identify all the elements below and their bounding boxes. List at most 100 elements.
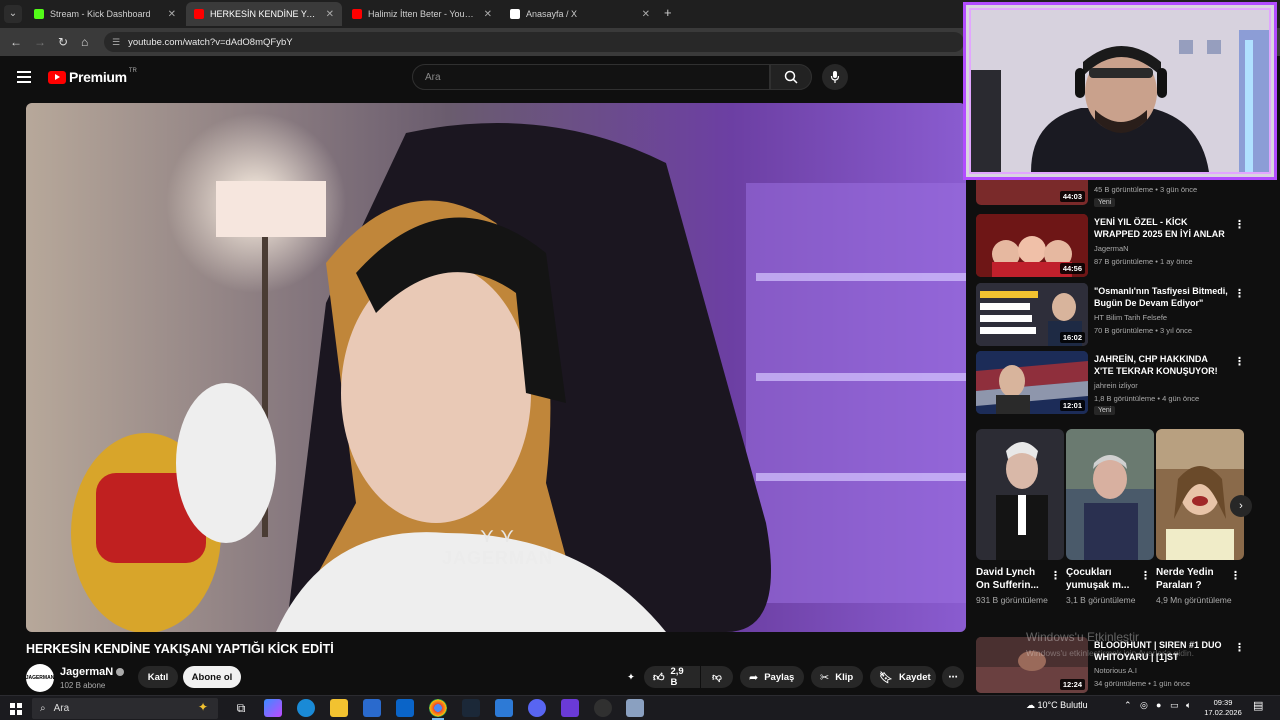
youtube-favicon-icon — [352, 9, 362, 19]
system-clock[interactable]: 09:39 17.02.2026 — [1200, 698, 1246, 718]
forward-arrow-icon[interactable]: → — [34, 35, 46, 49]
channel-name[interactable]: JagermaN — [1094, 244, 1129, 253]
bookmark-icon: 🔖︎ — [879, 671, 893, 684]
channel-name[interactable]: HT Bilim Tarih Felsefe — [1094, 313, 1167, 322]
more-vertical-icon[interactable]: ⋮ — [1234, 287, 1245, 300]
video-thumbnail[interactable]: 12:24 — [976, 637, 1088, 693]
window-app-icon[interactable] — [626, 699, 644, 717]
channel-name[interactable]: jahrein izliyor — [1094, 381, 1138, 390]
game-app-icon[interactable] — [495, 699, 513, 717]
short-thumbnail[interactable] — [1156, 429, 1244, 560]
subscriber-count: 102 B abone — [60, 681, 106, 690]
task-view-icon[interactable]: ⧉ — [232, 699, 250, 717]
sparkle-icon: ✦ — [627, 671, 635, 683]
sparkle-ask-button[interactable]: ✦ — [620, 666, 642, 688]
site-info-icon[interactable]: ☰ — [112, 37, 120, 48]
join-button[interactable]: Katıl — [138, 666, 178, 688]
more-vertical-icon[interactable]: ⋮ — [1234, 641, 1245, 654]
notifications-icon[interactable]: ▤ — [1253, 699, 1263, 712]
shorts-next-button[interactable]: › — [1230, 495, 1252, 517]
list-item[interactable]: 12:24 BLOODHUNT | SIREN #1 DUO WHITOYARU… — [976, 637, 1266, 693]
home-icon[interactable]: ⌂ — [81, 35, 88, 49]
menu-icon[interactable] — [17, 71, 31, 83]
voice-search-button[interactable] — [822, 64, 848, 90]
tray-expand-icon[interactable]: ⌃ — [1124, 700, 1132, 711]
list-item[interactable]: 12:01 JAHREİN, CHP HAKKINDA X'TE TEKRAR … — [976, 351, 1266, 415]
address-field[interactable]: ☰ youtube.com/watch?v=dAdO8mQFybY — [104, 32, 964, 52]
microsoft-store-icon[interactable] — [363, 699, 381, 717]
file-explorer-icon[interactable] — [330, 699, 348, 717]
save-button[interactable]: 🔖︎ Kaydet — [870, 666, 936, 688]
channel-name-link[interactable]: JagermaN — [60, 666, 125, 678]
more-horizontal-icon: ⋯ — [948, 671, 958, 683]
chrome-browser-icon[interactable] — [429, 699, 447, 720]
obs-studio-icon[interactable] — [594, 699, 612, 717]
back-arrow-icon[interactable]: ← — [10, 35, 22, 49]
video-thumbnail[interactable]: 12:01 — [976, 351, 1088, 414]
video-thumbnail[interactable]: 16:02 — [976, 283, 1088, 346]
verified-badge-icon — [116, 668, 125, 677]
thumbnail-art — [1066, 429, 1154, 560]
search-highlight-icon: ✦ — [197, 700, 208, 714]
steam-icon[interactable] — [462, 699, 480, 717]
webcam-feed — [971, 10, 1269, 172]
more-vertical-icon[interactable]: ⋮ — [1234, 355, 1245, 368]
webcam-overlay — [963, 2, 1277, 180]
short-thumbnail[interactable] — [976, 429, 1064, 560]
youtube-logo[interactable]: Premium TR — [48, 68, 137, 85]
discord-icon[interactable] — [528, 699, 546, 717]
search-button[interactable] — [770, 64, 812, 90]
close-icon[interactable]: ✕ — [326, 9, 334, 20]
channel-name[interactable]: Notorious A.I — [1094, 666, 1137, 675]
share-button[interactable]: ➦ Paylaş — [740, 666, 804, 688]
more-actions-button[interactable]: ⋯ — [942, 666, 964, 688]
short-item[interactable]: David Lynch On Sufferin... 931 B görüntü… — [976, 429, 1064, 606]
reload-icon[interactable]: ↻ — [58, 35, 68, 49]
more-vertical-icon[interactable]: ⋮ — [1140, 569, 1151, 582]
tab-x[interactable]: Anasayfa / X ✕ — [502, 2, 658, 26]
microphone-icon — [830, 71, 840, 83]
tab-youtube[interactable]: Halimiz İtten Beter - YouTube ✕ — [344, 2, 500, 26]
new-tab-button[interactable]: + — [664, 5, 672, 20]
short-item[interactable]: Nerde Yedin Paraları ? 4,9 Mn görüntülem… — [1156, 429, 1244, 606]
video-thumbnail[interactable]: 44:56 — [976, 214, 1088, 277]
webcam-frame — [969, 8, 1271, 174]
weather-widget[interactable]: ☁ 10°C Bulutlu — [1026, 700, 1088, 711]
microphone-icon[interactable]: ● — [1156, 700, 1161, 710]
short-item[interactable]: Çocukları yumuşak m... 3,1 B görüntüleme… — [1066, 429, 1154, 606]
dislike-button[interactable]: 👎︎ — [701, 666, 733, 688]
subscribe-button[interactable]: Abone ol — [183, 666, 241, 688]
tab-kick-dashboard[interactable]: Stream - Kick Dashboard ✕ — [26, 2, 184, 26]
channel-watermark: ⋎ ⋎ JAGERMAN — [442, 525, 554, 568]
close-icon[interactable]: ✕ — [484, 9, 492, 20]
copilot-icon[interactable] — [264, 699, 282, 717]
more-vertical-icon[interactable]: ⋮ — [1230, 569, 1241, 582]
volume-icon[interactable]: 🔈︎ — [1186, 700, 1191, 711]
more-vertical-icon[interactable]: ⋮ — [1050, 569, 1061, 582]
tab-active-video[interactable]: HERKESİN KENDİNE YAKIŞANI ✕ — [186, 2, 342, 26]
video-title: YENİ YIL ÖZEL - KİCK WRAPPED 2025 EN İYİ… — [1094, 217, 1225, 239]
short-thumbnail[interactable] — [1066, 429, 1154, 560]
taskbar-search-input[interactable]: ⌕ Ara ✦ — [32, 698, 218, 719]
list-item[interactable]: 44:56 YENİ YIL ÖZEL - KİCK WRAPPED 2025 … — [976, 214, 1266, 277]
launcher-icon[interactable] — [561, 699, 579, 717]
windows-activation-title: Windows'u Etkinleştir — [1026, 630, 1139, 644]
list-item[interactable]: 16:02 "Osmanlı'nın Tasfiyesi Bitmedi, Bu… — [976, 283, 1266, 346]
tray-app-icon[interactable]: ◎ — [1140, 700, 1148, 711]
network-icon[interactable]: ▭ — [1170, 700, 1179, 711]
x-favicon-icon — [510, 9, 520, 19]
video-player[interactable]: ⋎ ⋎ JAGERMAN — [26, 103, 966, 632]
windows-start-icon[interactable] — [10, 703, 22, 715]
channel-avatar[interactable]: JAGERMAN — [26, 664, 54, 692]
close-icon[interactable]: ✕ — [642, 9, 650, 20]
clip-button[interactable]: ✂ Klip — [811, 666, 863, 688]
windows-activation-text: Windows'u etkinleştirmek için Ayarlar'a … — [1026, 648, 1194, 658]
close-icon[interactable]: ✕ — [168, 9, 176, 20]
tab-search-menu[interactable]: ⌄ — [4, 5, 22, 23]
mail-icon[interactable] — [396, 699, 414, 717]
edge-browser-icon[interactable] — [297, 699, 315, 717]
windows-taskbar: ⌕ Ara ✦ ⧉ ☁ 10°C Bulutlu ⌃ ◎ ● ▭ 🔈︎ 09:3… — [0, 695, 1280, 720]
like-button[interactable]: 👍︎ 2,9 B — [644, 666, 700, 688]
search-input[interactable]: Ara — [412, 64, 770, 90]
more-vertical-icon[interactable]: ⋮ — [1234, 218, 1245, 231]
